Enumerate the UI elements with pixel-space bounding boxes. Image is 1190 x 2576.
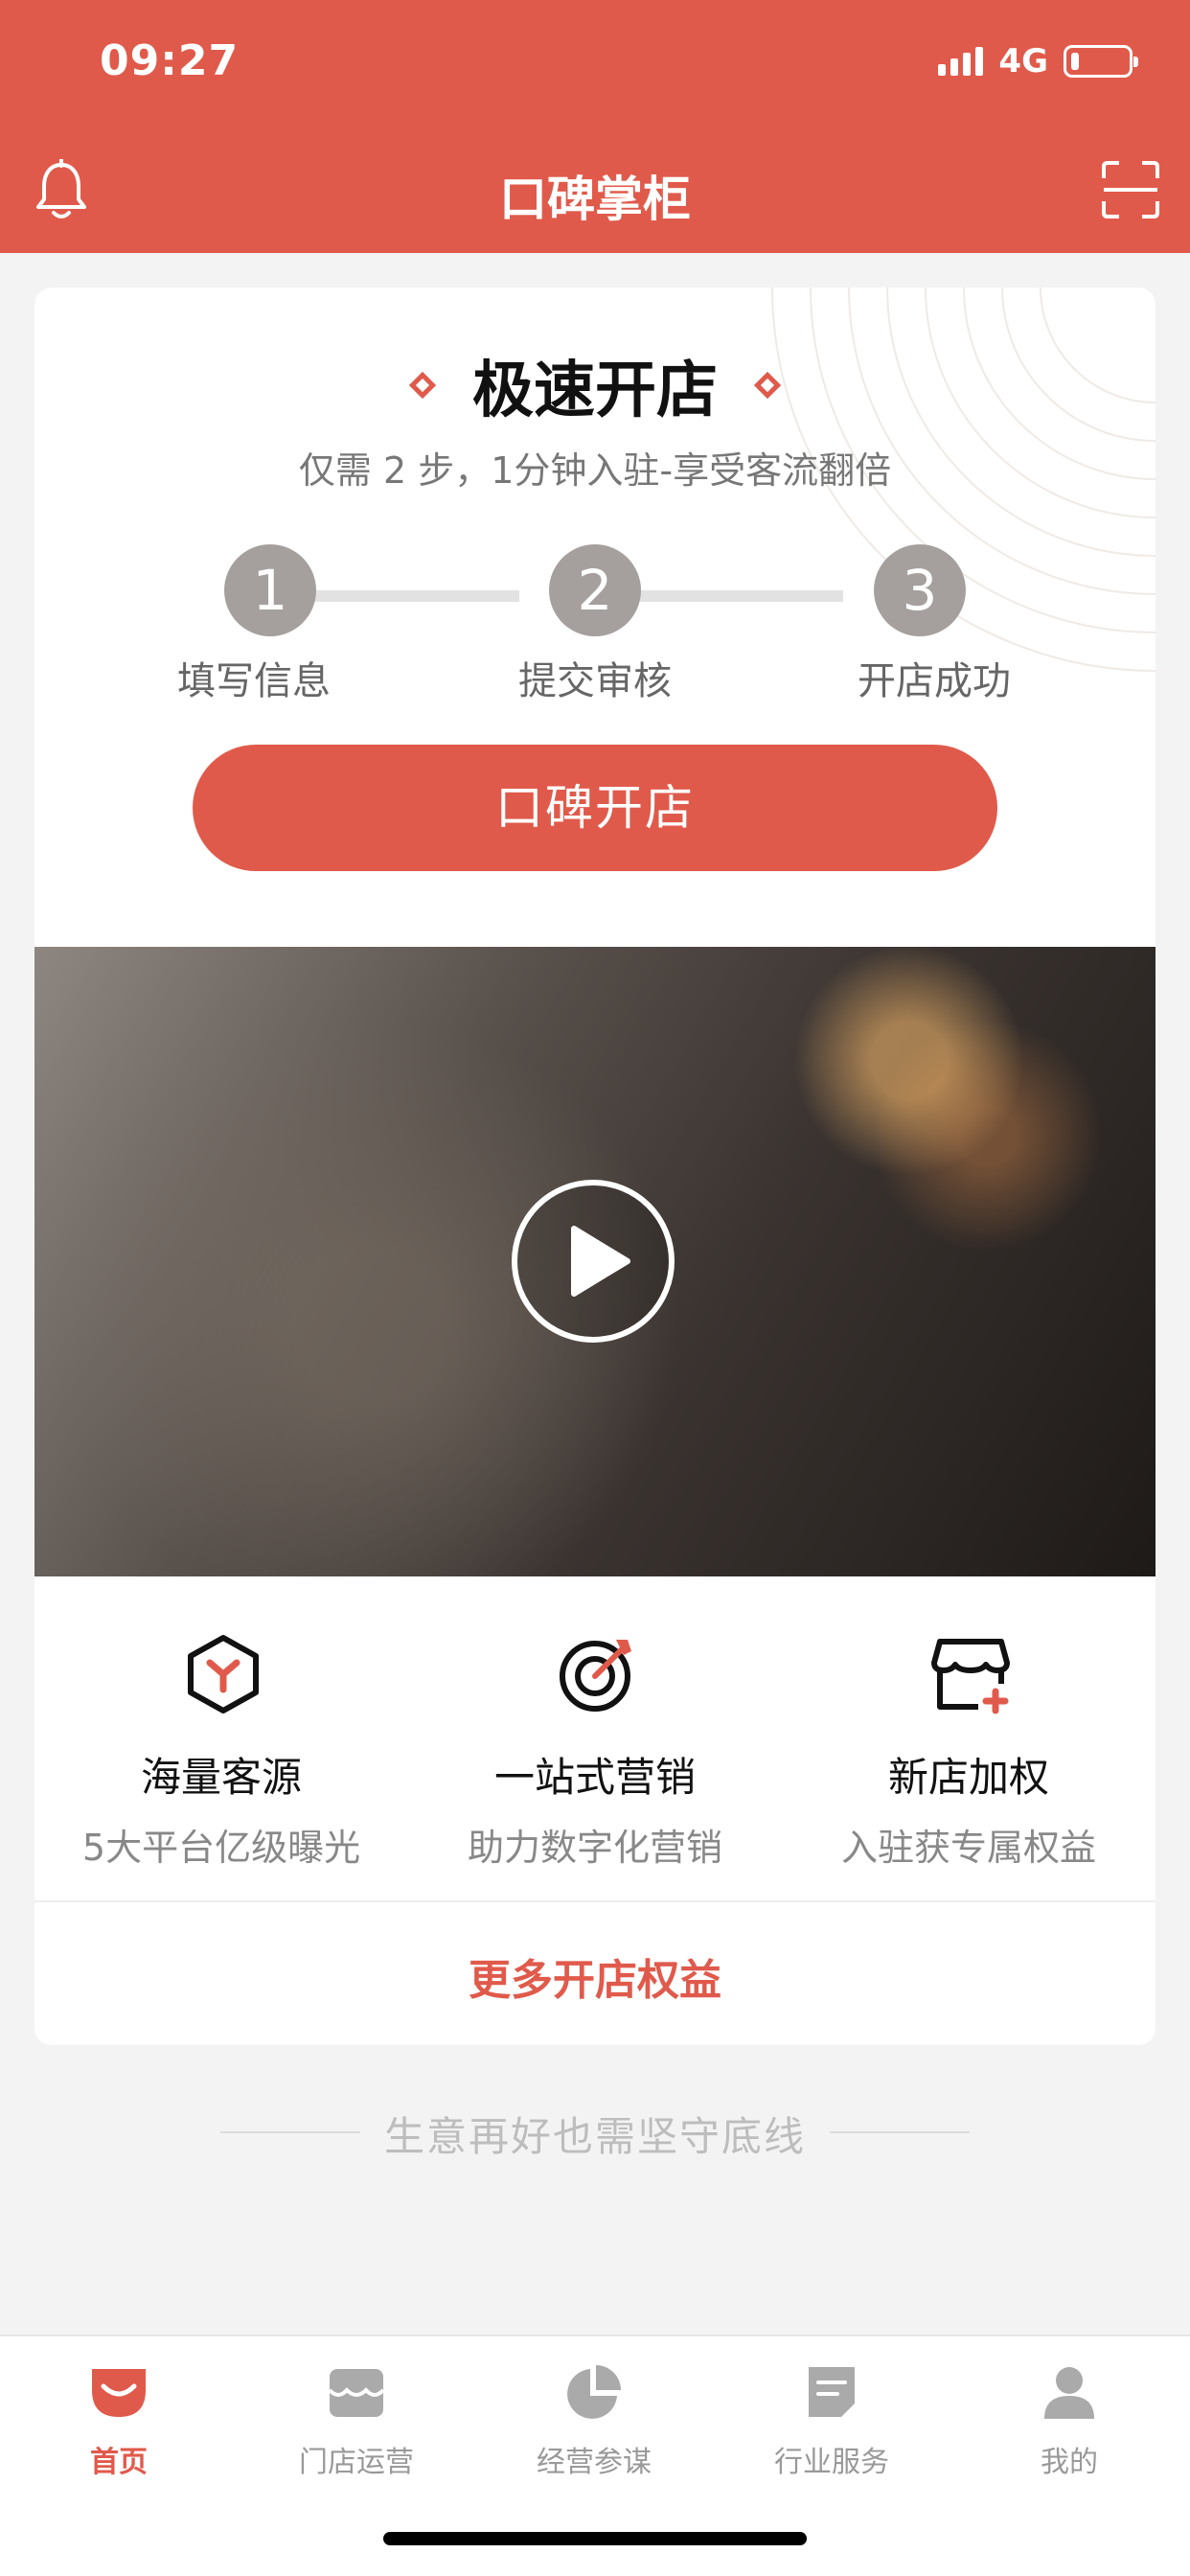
signal-icon	[938, 47, 984, 76]
store-icon	[328, 2369, 385, 2417]
app-header: 09:27 4G 口碑掌柜	[0, 0, 1190, 253]
status-indicators: 4G	[938, 42, 1138, 80]
more-benefits-link[interactable]: 更多开店权益	[34, 1945, 1156, 2007]
hexagon-y-icon	[188, 1635, 259, 1714]
battery-icon	[1064, 45, 1138, 78]
feature-title: 一站式营销	[493, 1754, 696, 1801]
feature-list: 海量客源 5大平台亿级曝光 一站式营销 助力数字化营销 新店加权 入驻获专属权益	[34, 1576, 1156, 1902]
intro-video[interactable]	[34, 947, 1156, 1576]
card-title: 极速开店	[472, 356, 718, 426]
tab-industry-service[interactable]: 行业服务	[713, 2358, 950, 2492]
tab-business-advisor[interactable]: 经营参谋	[475, 2358, 713, 2492]
feature-title: 海量客源	[140, 1754, 302, 1801]
tab-label: 门店运营	[299, 2446, 414, 2479]
tab-label: 行业服务	[774, 2446, 889, 2479]
tab-home[interactable]: 首页	[0, 2358, 238, 2492]
feature-desc: 5大平台亿级曝光	[81, 1827, 361, 1869]
tab-store-operation[interactable]: 门店运营	[238, 2358, 475, 2492]
feature-item: 新店加权 入驻获专属权益	[782, 1576, 1156, 1902]
pie-chart-icon	[567, 2365, 621, 2419]
home-indicator	[383, 2532, 807, 2545]
feature-desc: 助力数字化营销	[467, 1827, 722, 1869]
feature-title: 新店加权	[887, 1754, 1049, 1801]
feature-item: 海量客源 5大平台亿级曝光	[34, 1576, 408, 1902]
step-label-2: 提交审核	[518, 659, 672, 703]
footer-tagline: 生意再好也需坚守底线	[0, 2099, 1190, 2166]
battery-level	[1071, 53, 1079, 70]
open-store-card: 极速开店 仅需 2 步，1分钟入驻-享受客流翻倍 1 2 3 填写信息 提交审核…	[34, 288, 1156, 2045]
step-number-3: 3	[874, 544, 966, 636]
target-icon	[560, 1640, 631, 1712]
page-title: 口碑掌柜	[499, 172, 691, 227]
tab-label: 首页	[90, 2446, 148, 2479]
divider	[34, 1900, 1156, 1902]
status-time: 09:27	[100, 36, 240, 85]
tagline-line-right	[830, 2131, 970, 2133]
tab-mine[interactable]: 我的	[950, 2358, 1188, 2492]
tab-label: 我的	[1041, 2446, 1098, 2479]
step-label-3: 开店成功	[858, 659, 1011, 703]
feature-desc: 入驻获专属权益	[840, 1827, 1096, 1869]
card-subtitle: 仅需 2 步，1分钟入驻-享受客流翻倍	[298, 449, 892, 492]
step-label-1: 填写信息	[177, 659, 331, 703]
tagline-text: 生意再好也需坚守底线	[383, 2113, 806, 2160]
shop-plus-icon	[931, 1639, 1010, 1714]
home-smile-icon	[92, 2369, 146, 2417]
open-store-button[interactable]: 口碑开店	[193, 745, 997, 871]
steps-progress: 1 2 3 填写信息 提交审核 开店成功	[34, 537, 1156, 709]
step-number-1: 1	[224, 544, 316, 636]
feature-item: 一站式营销 助力数字化营销	[408, 1576, 782, 1902]
network-type: 4G	[998, 42, 1048, 80]
user-icon	[1044, 2367, 1094, 2419]
step-number-2: 2	[549, 544, 641, 636]
scan-icon[interactable]	[1100, 159, 1161, 220]
play-icon[interactable]	[509, 1177, 677, 1346]
tab-label: 经营参谋	[537, 2446, 652, 2479]
document-icon	[809, 2367, 855, 2417]
